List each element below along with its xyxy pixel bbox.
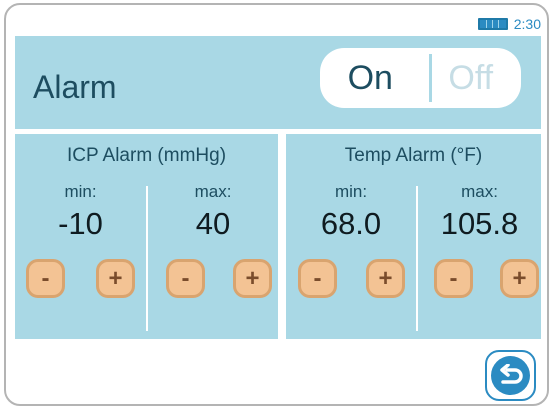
icp-min-increment-button[interactable]: +	[96, 259, 135, 298]
temp-max-decrement-button[interactable]: -	[434, 259, 473, 298]
icp-min-label: min:	[64, 182, 97, 201]
icp-min-value: -10	[58, 206, 103, 241]
device-screen: 2:30 Alarm On Off ICP Alarm (mmHg) min: …	[4, 3, 549, 406]
back-button[interactable]	[485, 350, 536, 401]
temp-max-value: 105.8	[440, 206, 519, 241]
temp-min-value: 68.0	[320, 206, 382, 241]
alarm-title: Alarm	[33, 69, 117, 105]
icp-alarm-panel: ICP Alarm (mmHg) min: -10 max: 40 - + - …	[15, 134, 278, 339]
toggle-off-option[interactable]: Off	[421, 59, 522, 98]
status-bar: 2:30	[477, 15, 541, 33]
toggle-divider	[429, 54, 432, 102]
icp-max-increment-button[interactable]: +	[233, 259, 272, 298]
temp-max-label: max:	[461, 182, 498, 201]
temp-min-decrement-button[interactable]: -	[298, 259, 337, 298]
icp-max-label: max:	[194, 182, 232, 201]
icp-max-value: 40	[195, 206, 231, 241]
icp-alarm-title: ICP Alarm (mmHg)	[66, 145, 227, 166]
icp-max-decrement-button[interactable]: -	[166, 259, 205, 298]
temp-alarm-panel: Temp Alarm (°F) min: 68.0 max: 105.8 - +…	[286, 134, 541, 339]
return-arrow-icon	[491, 356, 530, 395]
temp-alarm-title: Temp Alarm (°F)	[344, 145, 483, 166]
alarm-header: Alarm On Off	[15, 36, 541, 129]
temp-min-label: min:	[334, 182, 368, 201]
battery-full-icon	[477, 18, 508, 30]
temp-min-increment-button[interactable]: +	[366, 259, 405, 298]
icp-min-decrement-button[interactable]: -	[26, 259, 65, 298]
clock-time: 2:30	[513, 16, 541, 32]
temp-max-increment-button[interactable]: +	[500, 259, 539, 298]
toggle-on-option[interactable]: On	[320, 59, 421, 98]
alarm-toggle[interactable]: On Off	[320, 48, 521, 108]
